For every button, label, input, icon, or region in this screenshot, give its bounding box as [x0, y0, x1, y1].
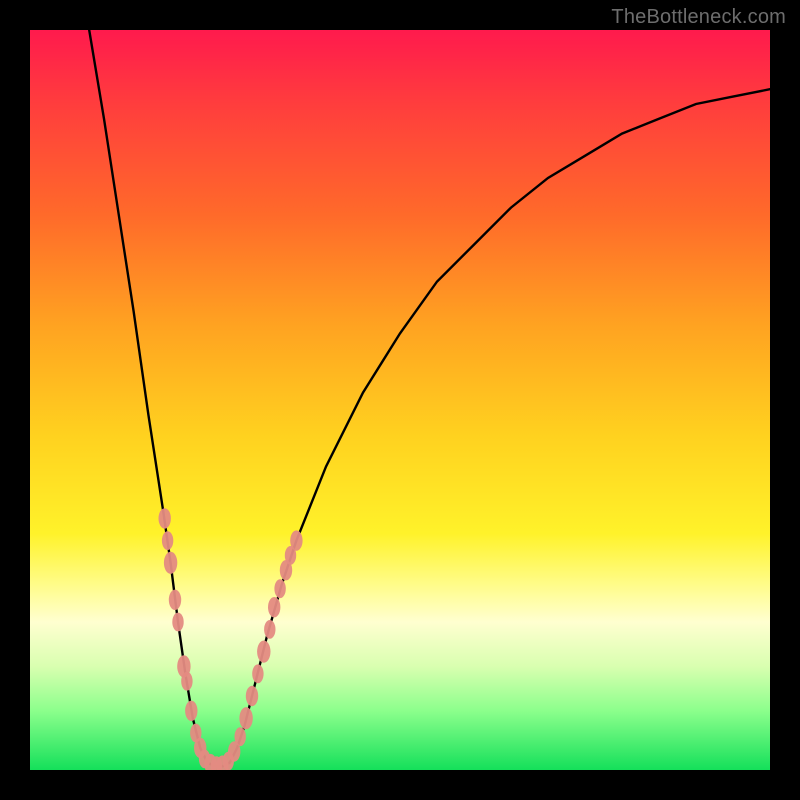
chart-frame: TheBottleneck.com	[0, 0, 800, 800]
data-marker	[268, 597, 280, 617]
data-marker	[264, 620, 275, 639]
data-marker	[172, 613, 183, 632]
data-marker	[185, 701, 197, 721]
data-marker	[162, 531, 173, 550]
bottleneck-curve	[89, 30, 770, 766]
data-marker	[164, 552, 177, 574]
data-marker	[235, 727, 246, 746]
data-marker	[159, 508, 171, 528]
watermark-text: TheBottleneck.com	[611, 6, 786, 29]
data-marker	[239, 707, 252, 729]
data-marker	[169, 590, 181, 610]
data-marker	[274, 579, 285, 598]
chart-svg	[30, 30, 770, 770]
data-marker	[290, 530, 302, 550]
plot-area	[30, 30, 770, 770]
data-marker	[246, 686, 258, 706]
data-marker	[252, 664, 263, 683]
data-marker	[257, 641, 270, 663]
data-marker	[181, 672, 192, 691]
